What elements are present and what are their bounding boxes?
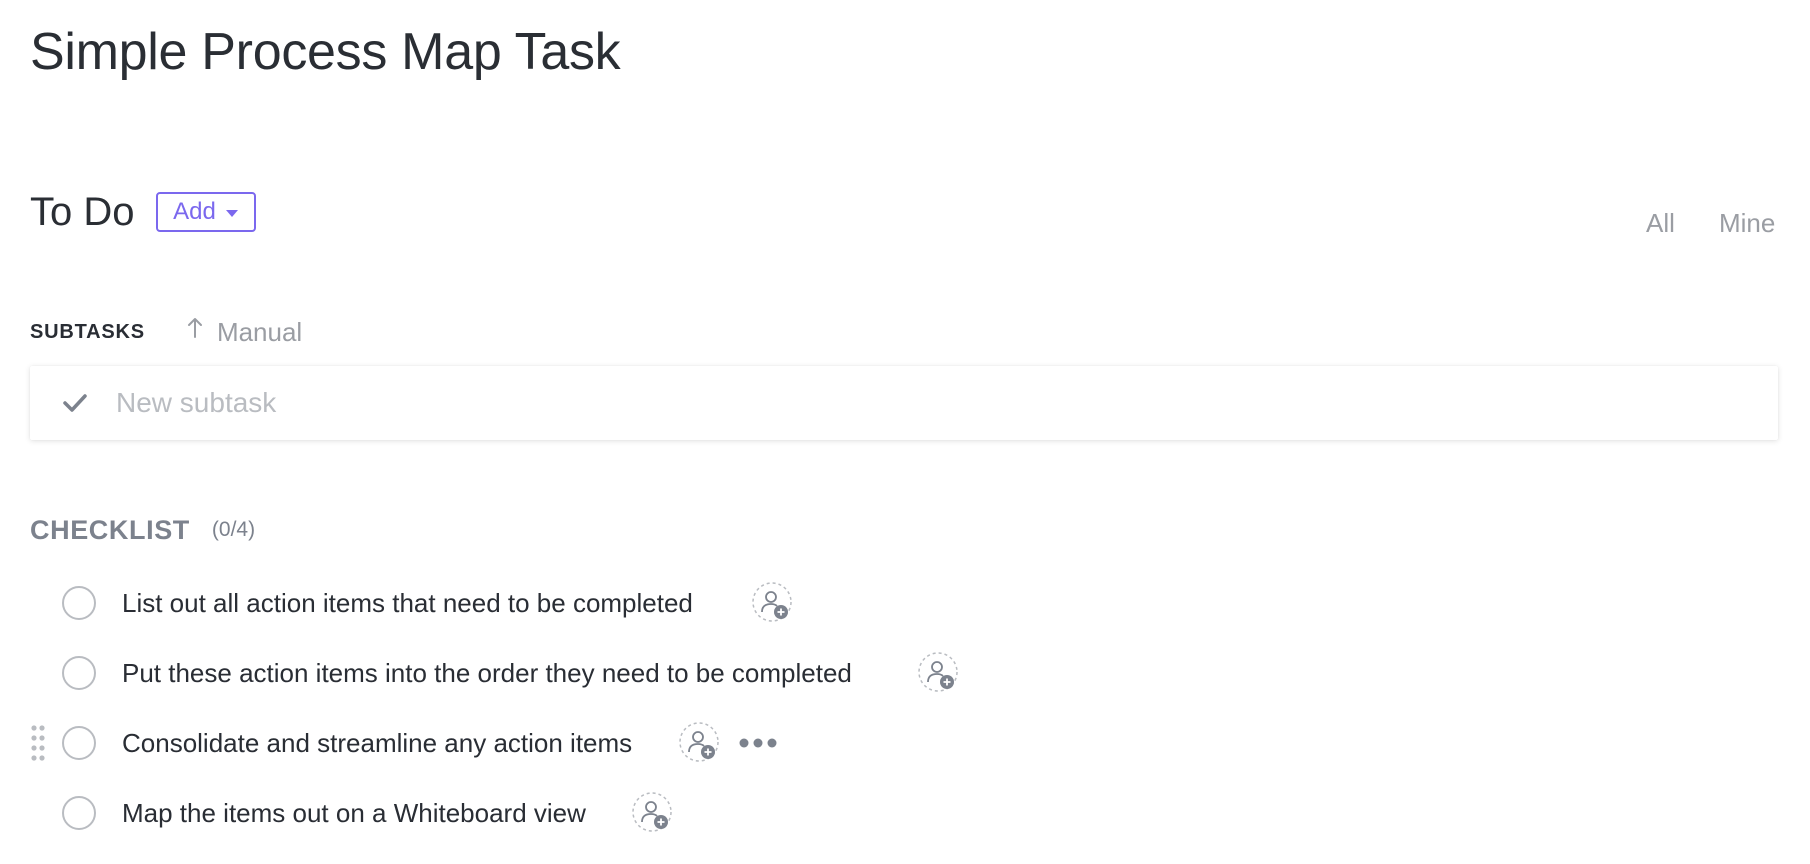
checklist-item-checkbox[interactable]: [62, 796, 96, 830]
task-title[interactable]: Simple Process Map Task: [30, 22, 621, 82]
assign-user-icon[interactable]: [632, 792, 674, 834]
checklist-item: Map the items out on a Whiteboard view: [0, 789, 700, 837]
checklist-item: List out all action items that need to b…: [0, 579, 820, 627]
add-button[interactable]: Add: [155, 192, 256, 232]
filter-mine[interactable]: Mine: [1719, 208, 1775, 239]
assign-user-icon[interactable]: [918, 652, 960, 694]
checklist-item-checkbox[interactable]: [62, 656, 96, 690]
check-icon: [63, 394, 87, 412]
filter-all[interactable]: All: [1646, 208, 1675, 239]
checklist-item: Put these action items into the order th…: [0, 649, 980, 697]
sort-label: Manual: [216, 316, 303, 347]
status-row: To Do Add: [30, 188, 256, 236]
checklist-item-text[interactable]: Map the items out on a Whiteboard view: [122, 798, 586, 829]
drag-handle-icon[interactable]: [30, 724, 46, 762]
sort-toggle[interactable]: Manual: [187, 317, 302, 348]
assign-user-icon[interactable]: [679, 722, 721, 764]
checklist-item-text[interactable]: List out all action items that need to b…: [122, 588, 693, 619]
task-detail-page: Simple Process Map Task To Do Add All Mi…: [0, 0, 1810, 864]
checklist-item: Consolidate and streamline any action it…: [0, 719, 800, 767]
checklist-header: CHECKLIST (0/4): [30, 512, 255, 548]
add-button-label: Add: [173, 198, 216, 225]
checklist-count: (0/4): [211, 518, 256, 541]
arrow-up-icon: [187, 318, 202, 338]
subtasks-label: SUBTASKS: [30, 320, 145, 343]
checklist-item-text[interactable]: Consolidate and streamline any action it…: [122, 728, 632, 759]
more-icon[interactable]: [738, 737, 778, 749]
checklist-item-checkbox[interactable]: [62, 586, 96, 620]
status-label: To Do: [30, 189, 135, 234]
chevron-down-icon: [225, 209, 238, 217]
new-subtask-input[interactable]: [114, 386, 1618, 420]
checklist-item-checkbox[interactable]: [62, 726, 96, 760]
checklist-item-text[interactable]: Put these action items into the order th…: [122, 658, 852, 689]
subtasks-header: SUBTASKS Manual: [30, 316, 302, 348]
new-subtask-row: [30, 366, 1778, 440]
checklist-title: CHECKLIST: [30, 514, 190, 545]
assign-user-icon[interactable]: [752, 582, 794, 624]
